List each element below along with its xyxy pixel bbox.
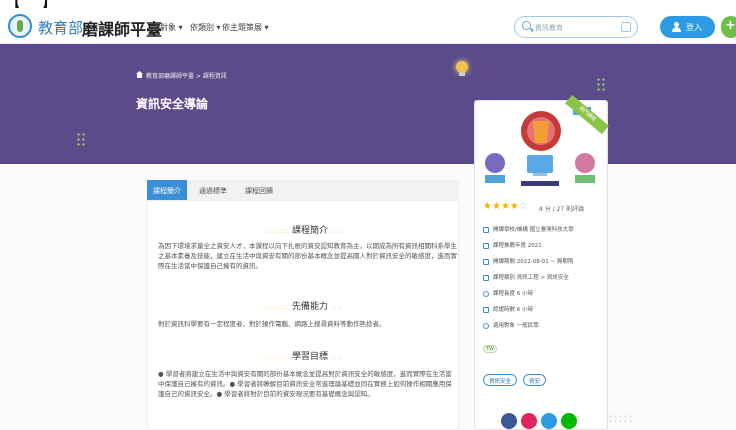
- course-info-card: 熱門課程 ★★★★☆ 4 分 / 27 則評論 開課學校/機構 國立臺灣科技大學…: [474, 94, 609, 430]
- user-icon: [672, 22, 681, 32]
- meta-length: 課程長度 6 小時: [483, 289, 533, 297]
- breadcrumb-text[interactable]: 教育部磨課師平臺 > 課程資訊: [146, 73, 227, 80]
- nav-by-theme[interactable]: 依主題策展 ▾: [222, 22, 269, 33]
- school-icon: [483, 226, 489, 233]
- star-icon: ★: [509, 201, 519, 212]
- calendar-icon: [483, 242, 489, 249]
- meta-year: 課程推薦年度 2021: [483, 241, 542, 249]
- search-box[interactable]: 資訊教育: [514, 16, 638, 38]
- login-button[interactable]: 登入: [660, 16, 715, 38]
- meta-category: 課程類別 資訊工程 > 資訊安全: [483, 273, 569, 281]
- dots-decoration: [76, 132, 86, 146]
- add-button[interactable]: [721, 16, 736, 38]
- email-icon[interactable]: [541, 413, 557, 429]
- dots-decoration: [608, 414, 634, 422]
- nav-by-audience[interactable]: 依對象 ▾: [152, 22, 183, 33]
- advanced-search-icon[interactable]: [621, 22, 631, 32]
- facebook-icon[interactable]: [501, 413, 517, 429]
- tab-pass-criteria[interactable]: 通過標準: [193, 180, 233, 200]
- section-body-intro: 為因下環境求量全之資安人才，本課程以向下扎根的資安認知教育為主，以期成為所有資訊…: [158, 242, 457, 270]
- plurk-icon[interactable]: [521, 413, 537, 429]
- section-title-prereq: :::::::: 先備能力 ::::: [264, 302, 344, 312]
- dots-decoration: [596, 77, 606, 91]
- meta-audience: 適用對象 一般民眾: [483, 321, 539, 329]
- audience-icon: [483, 322, 489, 329]
- breadcrumb: 教育部磨課師平臺 > 課程資訊: [136, 71, 227, 80]
- star-icon: ★: [491, 201, 501, 212]
- meta-hours: 認證時數 6 小時: [483, 305, 533, 313]
- clock-icon: [483, 290, 489, 297]
- star-icon: ★: [500, 201, 510, 212]
- section-title-goals: :::::::: 學習目標 ::::: [264, 352, 344, 362]
- hero-banner: 教育部磨課師平臺 > 課程資訊 資訊安全導論: [0, 44, 736, 164]
- brand-name[interactable]: 磨課師平臺: [82, 16, 162, 40]
- tab-panel: :::::::: 課程簡介 :::: 為因下環境求量全之資安人才，本課程以向下扎…: [147, 200, 459, 430]
- nav-by-category[interactable]: 依類別 ▾: [190, 22, 221, 33]
- course-tabs: 課程簡介 通過標準 課程回饋: [147, 180, 459, 200]
- section-body-goals: ● 學習者將建立在生活中與資安有關的部份基本概念並提高對於資訊安全的敏感度，進而…: [158, 370, 452, 398]
- keyword-pill-security[interactable]: 資安: [523, 374, 547, 386]
- rating-text: 4 分 / 27 則評論: [539, 206, 585, 213]
- date-range-icon: [483, 258, 489, 265]
- page-title: 資訊安全導論: [136, 97, 209, 111]
- search-input[interactable]: 資訊教育: [535, 23, 563, 33]
- brand-ministry[interactable]: 教育部: [38, 17, 83, 38]
- site-header: 教育部 磨課師平臺 依對象 ▾ 依類別 ▾ 依主題策展 ▾ 資訊教育 登入: [0, 8, 736, 44]
- section-title-intro: :::::::: 課程簡介 ::::: [264, 226, 344, 236]
- line-icon[interactable]: [561, 413, 577, 429]
- top-banner-text: 【 】: [2, 0, 66, 8]
- rating-stars: ★★★★☆: [483, 201, 528, 212]
- tab-feedback[interactable]: 課程回饋: [239, 180, 279, 200]
- certificate-icon: [483, 306, 489, 313]
- star-empty-icon: ☆: [518, 201, 528, 212]
- tag-icon: [483, 274, 489, 281]
- star-icon: ★: [483, 201, 492, 212]
- meta-period: 開課期間 2022-08-01 ~ 無期限: [483, 257, 573, 265]
- keyword-pill-infosec[interactable]: 資訊安全: [483, 374, 518, 386]
- section-body-prereq: 對於資訊科學要有一定程度者，對於操作電腦、網路上搜尋資料等動作熟捻者。: [158, 320, 386, 328]
- course-cover-image: 熱門課程: [477, 94, 609, 195]
- ministry-logo-icon[interactable]: [8, 14, 32, 38]
- lightbulb-icon: [455, 61, 469, 77]
- region-tag: TW: [483, 345, 497, 353]
- top-cropped-banner: 【 】: [0, 0, 736, 8]
- login-label: 登入: [686, 23, 702, 32]
- meta-school: 開課學校/機構 國立臺灣科技大學: [483, 225, 574, 233]
- search-icon[interactable]: [522, 21, 531, 30]
- tab-introduction[interactable]: 課程簡介: [147, 180, 187, 200]
